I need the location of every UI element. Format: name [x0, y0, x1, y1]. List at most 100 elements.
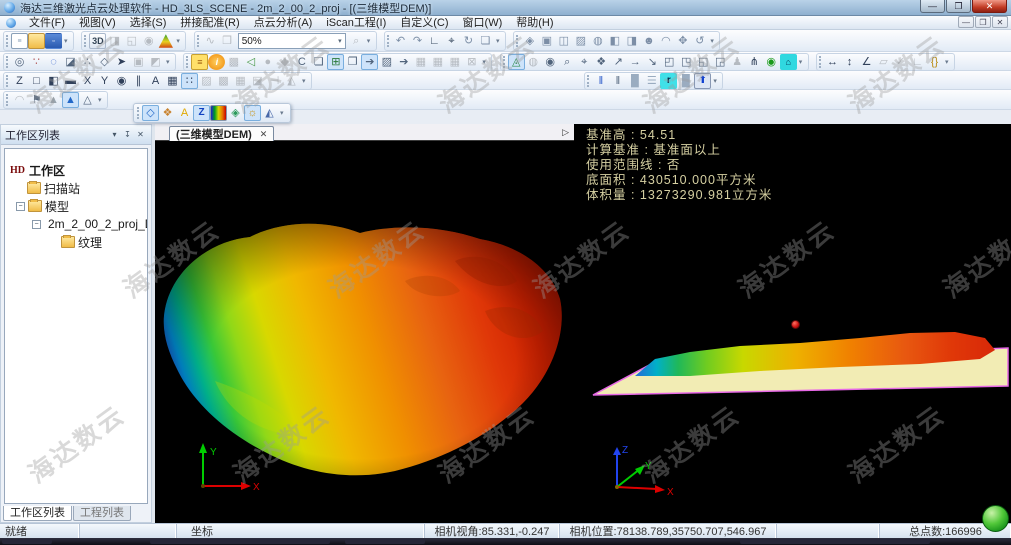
toolbar-overflow-button[interactable]: ▾ — [799, 58, 806, 66]
flag-r-icon[interactable]: r — [660, 73, 677, 89]
toolbar-grip[interactable] — [186, 56, 189, 68]
terrain-smooth-icon[interactable]: ◠ — [11, 92, 28, 108]
sphere-icon[interactable]: ◍ — [589, 33, 606, 49]
eraser-icon[interactable]: ◪ — [62, 54, 79, 70]
menu-item[interactable]: 文件(F) — [22, 16, 72, 30]
tree-item-workspace-root[interactable]: HD 工作区 — [5, 161, 147, 179]
zoom-window-icon[interactable]: ❒ — [219, 33, 236, 49]
color-pyramid-icon[interactable] — [157, 33, 174, 49]
taskbar-button[interactable] — [740, 539, 930, 544]
terrain-blue-icon[interactable]: ▲ — [62, 92, 79, 108]
dome-icon[interactable]: ◠ — [657, 33, 674, 49]
toolbar-overflow-button[interactable]: ▾ — [176, 37, 183, 45]
cube-back-icon[interactable]: ◳ — [678, 54, 695, 70]
pin-icon[interactable]: ↧ — [121, 128, 134, 141]
select-rect-icon[interactable]: ❏ — [310, 54, 327, 70]
poly-crop-icon[interactable]: ◩ — [147, 54, 164, 70]
minimize-button[interactable]: — — [920, 0, 945, 13]
triple-column-icon[interactable]: ☰ — [643, 73, 660, 89]
tree-item-texture[interactable]: 纹理 — [5, 233, 147, 251]
solid-block2-icon[interactable]: █ — [677, 73, 694, 89]
zoom-level-combobox[interactable]: 50% ▾ — [238, 33, 346, 49]
raise-up-icon[interactable]: ⬆ — [694, 73, 711, 89]
rect-select-icon[interactable]: ▣ — [130, 54, 147, 70]
toolbar-grip[interactable] — [6, 75, 9, 87]
select-box-icon[interactable]: ❐ — [344, 54, 361, 70]
step-up-icon[interactable]: ↗ — [610, 54, 627, 70]
toolbar-grip[interactable] — [387, 35, 390, 47]
tree-item-scan-stations[interactable]: 扫描站 — [5, 179, 147, 197]
menu-item[interactable]: 帮助(H) — [509, 16, 560, 30]
text-label-icon[interactable]: A — [147, 73, 164, 89]
toolbar-grip[interactable] — [6, 56, 9, 68]
area-measure-icon[interactable]: ▱ — [875, 54, 892, 70]
link-points-icon[interactable]: ∴ — [79, 54, 96, 70]
title-bar[interactable]: 海达三维激光点云处理软件 - HD_3LS_SCENE - 2m_2_00_2_… — [0, 0, 1011, 16]
toolbar-grip[interactable] — [197, 35, 200, 47]
toolbar-overflow-button[interactable]: ▾ — [713, 77, 720, 85]
zoom-percent-icon[interactable]: ⌕ — [348, 33, 365, 49]
rotate-view-icon[interactable]: ↻ — [460, 33, 477, 49]
angle-measure-icon[interactable]: ∠ — [858, 54, 875, 70]
copy-plus-icon[interactable]: C — [293, 54, 310, 70]
toolbar-overflow-button[interactable]: ▾ — [367, 37, 374, 45]
fly-view-icon[interactable]: ◬ — [508, 54, 525, 70]
toolbar-grip[interactable] — [137, 107, 140, 119]
select-next-icon[interactable]: ➔ — [395, 54, 412, 70]
child-close-button[interactable]: ✕ — [992, 16, 1008, 28]
taskbar-button[interactable] — [150, 539, 330, 544]
grid-cross-icon[interactable]: ⊠ — [463, 54, 480, 70]
menu-item[interactable]: 视图(V) — [72, 16, 123, 30]
terrain-outline-icon[interactable]: △ — [79, 92, 96, 108]
toolbar-grip[interactable] — [516, 35, 519, 47]
new-file-icon[interactable]: ≡ — [11, 33, 28, 49]
tree-item-dem-model[interactable]: − 2m_2_00_2_proj_DEM — [5, 215, 147, 233]
block-region-icon[interactable]: ◧ — [45, 73, 62, 89]
chevron-down-icon[interactable]: ▾ — [108, 128, 121, 141]
tab-dem-model[interactable]: (三维模型DEM) ✕ — [169, 126, 274, 141]
clip-plane-icon[interactable]: ◁ — [242, 54, 259, 70]
tab-close-icon[interactable]: ✕ — [260, 129, 268, 140]
snapshot-icon[interactable]: ◨ — [106, 33, 123, 49]
close-button[interactable]: ✕ — [972, 0, 1007, 13]
merge-view-icon[interactable]: ◨ — [623, 33, 640, 49]
y-axis-icon[interactable]: Y — [96, 73, 113, 89]
toolbar-overflow-button[interactable]: ▾ — [302, 77, 309, 85]
redo-icon[interactable]: ↷ — [409, 33, 426, 49]
binoculars-icon[interactable]: ◉ — [140, 33, 157, 49]
grid-nine-icon[interactable]: ▦ — [232, 73, 249, 89]
pick-point-icon[interactable]: ⌖ — [443, 33, 460, 49]
child-restore-button[interactable]: ❐ — [975, 16, 991, 28]
axes-icon[interactable]: ∟ — [426, 33, 443, 49]
toolbar-grip[interactable] — [84, 35, 87, 47]
layer-list-icon[interactable]: ≡ — [191, 54, 208, 70]
toolbar-overflow-button[interactable]: ▾ — [482, 58, 489, 66]
x-axis-icon[interactable]: X — [79, 73, 96, 89]
select-add-icon[interactable]: ⊞ — [327, 54, 344, 70]
menu-item[interactable]: iScan工程(I) — [319, 16, 393, 30]
save-icon[interactable]: ▫ — [45, 33, 62, 49]
polygon-select-icon[interactable]: ◇ — [96, 54, 113, 70]
view-3d-icon[interactable]: 3D — [89, 33, 106, 49]
tripod-icon[interactable]: ⋔ — [746, 54, 763, 70]
dot-grid-icon[interactable]: ▩ — [215, 73, 232, 89]
toolbar-overflow-button[interactable]: ▾ — [496, 37, 503, 45]
person-icon[interactable]: ☻ — [640, 33, 657, 49]
z-color-icon[interactable]: Z — [193, 105, 210, 121]
lock-icon[interactable]: ⌂ — [780, 54, 797, 70]
menu-item[interactable]: 点云分析(A) — [247, 16, 320, 30]
select-apply-icon[interactable]: ➔ — [361, 54, 378, 70]
profile-columns2-icon[interactable]: ‖ — [609, 73, 626, 89]
grid-coarse-icon[interactable]: ▦ — [446, 54, 463, 70]
taskbar-button[interactable] — [2, 539, 52, 544]
toolbar-overflow-button[interactable]: ▾ — [710, 37, 717, 45]
viewport-volume-side[interactable]: 基准高 : 54.51计算基准 : 基准面以上使用范围线 : 否底面积 : 43… — [580, 124, 1011, 523]
tree-expander-icon[interactable]: − — [16, 202, 25, 211]
diag-split-icon[interactable]: ◪ — [249, 73, 266, 89]
hatch-density-icon[interactable]: ▨ — [198, 73, 215, 89]
cube-left-icon[interactable]: ◱ — [695, 54, 712, 70]
toolbar-overflow-button[interactable]: ▾ — [945, 58, 952, 66]
menu-item[interactable]: 窗口(W) — [456, 16, 510, 30]
toolbar-grip[interactable] — [6, 94, 9, 106]
strip-region-icon[interactable]: ▬ — [62, 73, 79, 89]
